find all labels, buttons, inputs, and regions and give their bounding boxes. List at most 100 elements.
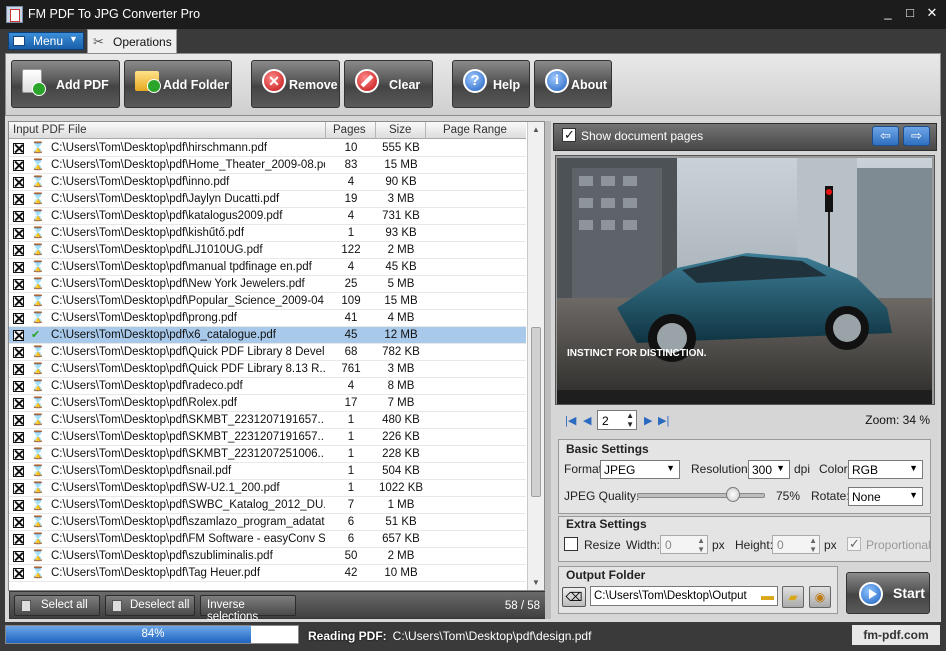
column-header-pages[interactable]: Pages [333,124,366,136]
proportional-checkbox[interactable] [847,536,861,552]
remove-row-checkbox-icon[interactable] [13,347,24,358]
remove-row-checkbox-icon[interactable] [13,466,24,477]
table-row[interactable]: ⌛ C:\Users\Tom\Desktop\pdf\Quick PDF Libr… [9,344,526,361]
width-spinner[interactable]: 0 ▲ ▼ [660,535,708,554]
table-row[interactable]: ⌛ C:\Users\Tom\Desktop\pdf\SW-U2.1_200.pd… [9,480,526,497]
table-row[interactable]: ⌛ C:\Users\Tom\Desktop\pdf\SKMBT_22312072… [9,446,526,463]
table-row[interactable]: ⌛ C:\Users\Tom\Desktop\pdf\FM Software - … [9,531,526,548]
close-button[interactable]: ✕ [925,6,939,20]
scroll-up-icon[interactable]: ▲ [532,125,540,134]
file-list-scrollbar[interactable]: ▲ ▼ [527,122,544,590]
table-row[interactable]: ⌛ C:\Users\Tom\Desktop\pdf\radeco.pdf 4 8 M… [9,378,526,395]
table-row[interactable]: ⌛ C:\Users\Tom\Desktop\pdf\szamlazo_progr… [9,514,526,531]
table-row[interactable]: ✔ C:\Users\Tom\Desktop\pdf\x6_catalogue.p… [9,327,526,344]
remove-button[interactable]: ✕ Remove [251,60,340,108]
remove-row-checkbox-icon[interactable] [13,551,24,562]
remove-row-checkbox-icon[interactable] [13,483,24,494]
height-spinner[interactable]: 0 ▲ ▼ [772,535,820,554]
column-header-size[interactable]: Size [389,124,411,136]
table-row[interactable]: ⌛ C:\Users\Tom\Desktop\pdf\manual tpdfina… [9,259,526,276]
page-number-spinner[interactable]: 2 ▲ ▼ [597,410,637,430]
remove-row-checkbox-icon[interactable] [13,415,24,426]
next-document-button[interactable]: ⇨ [903,126,930,146]
tab-operations[interactable]: ✂ Operations [87,29,177,53]
resize-checkbox[interactable] [564,537,578,551]
jpeg-quality-slider[interactable] [637,493,765,498]
clear-button[interactable]: Clear [344,60,433,108]
output-path-field[interactable]: C:\Users\Tom\Desktop\Output ▬ [590,586,778,606]
table-row[interactable]: ⌛ C:\Users\Tom\Desktop\pdf\Jaylyn Ducatti… [9,191,526,208]
clear-output-button[interactable]: ⌫ [562,587,586,607]
remove-row-checkbox-icon[interactable] [13,245,24,256]
brand-link[interactable]: fm-pdf.com [852,625,940,645]
color-select[interactable]: RGB ▼ [848,460,923,479]
minimize-button[interactable]: _ [881,6,895,20]
panel-splitter[interactable] [545,121,551,619]
spinner-arrows-icon[interactable]: ▲ ▼ [697,536,705,554]
table-row[interactable]: ⌛ C:\Users\Tom\Desktop\pdf\Popular_Scienc… [9,293,526,310]
table-row[interactable]: ⌛ C:\Users\Tom\Desktop\pdf\Rolex.pdf 17 7 M… [9,395,526,412]
start-button[interactable]: Start [846,572,930,614]
previous-page-icon[interactable]: ◀ [583,414,591,427]
remove-row-checkbox-icon[interactable] [13,449,24,460]
table-row[interactable]: ⌛ C:\Users\Tom\Desktop\pdf\inno.pdf 4 90 KB [9,174,526,191]
remove-row-checkbox-icon[interactable] [13,500,24,511]
table-row[interactable]: ⌛ C:\Users\Tom\Desktop\pdf\SWBC_Katalog_2… [9,497,526,514]
remove-row-checkbox-icon[interactable] [13,160,24,171]
last-page-icon[interactable]: ▶| [658,414,669,427]
resolution-select[interactable]: 300 ▼ [748,460,790,479]
help-button[interactable]: ? Help [452,60,530,108]
maximize-button[interactable]: □ [903,6,917,20]
open-folder-button[interactable]: ◉ [809,586,831,608]
remove-row-checkbox-icon[interactable] [13,296,24,307]
remove-row-checkbox-icon[interactable] [13,279,24,290]
format-select[interactable]: JPEG ▼ [600,460,680,479]
table-row[interactable]: ⌛ C:\Users\Tom\Desktop\pdf\SKMBT_22312071… [9,429,526,446]
remove-row-checkbox-icon[interactable] [13,330,24,341]
spinner-arrows-icon[interactable]: ▲ ▼ [809,536,817,554]
table-row[interactable]: ⌛ C:\Users\Tom\Desktop\pdf\snail.pdf 1 504 … [9,463,526,480]
spinner-arrows-icon[interactable]: ▲ ▼ [626,411,634,429]
folder-icon[interactable]: ▬ [761,588,774,603]
next-page-icon[interactable]: ▶ [644,414,652,427]
add-folder-button[interactable]: Add Folder [124,60,232,108]
menu-button[interactable]: Menu ▼ [8,32,84,50]
table-row[interactable]: ⌛ C:\Users\Tom\Desktop\pdf\szubliminalis.… [9,548,526,565]
remove-row-checkbox-icon[interactable] [13,517,24,528]
remove-row-checkbox-icon[interactable] [13,313,24,324]
table-row[interactable]: ⌛ C:\Users\Tom\Desktop\pdf\Quick PDF Libr… [9,361,526,378]
select-all-button[interactable]: Select all [14,595,100,616]
new-folder-button[interactable]: ▰ [782,586,804,608]
table-row[interactable]: ⌛ C:\Users\Tom\Desktop\pdf\New York Jewel… [9,276,526,293]
remove-row-checkbox-icon[interactable] [13,568,24,579]
remove-row-checkbox-icon[interactable] [13,143,24,154]
table-row[interactable]: ⌛ C:\Users\Tom\Desktop\pdf\Home_Theater_2… [9,157,526,174]
deselect-all-button[interactable]: Deselect all [105,595,195,616]
remove-row-checkbox-icon[interactable] [13,262,24,273]
remove-row-checkbox-icon[interactable] [13,211,24,222]
scroll-down-icon[interactable]: ▼ [532,578,540,587]
table-row[interactable]: ⌛ C:\Users\Tom\Desktop\pdf\hirschmann.pdf… [9,140,526,157]
table-row[interactable]: ⌛ C:\Users\Tom\Desktop\pdf\SKMBT_22312071… [9,412,526,429]
remove-row-checkbox-icon[interactable] [13,432,24,443]
table-row[interactable]: ⌛ C:\Users\Tom\Desktop\pdf\katalogus2009.… [9,208,526,225]
inverse-selections-button[interactable]: Inverse selections [200,595,296,623]
remove-row-checkbox-icon[interactable] [13,381,24,392]
remove-row-checkbox-icon[interactable] [13,228,24,239]
jpeg-quality-slider-handle[interactable] [726,487,740,502]
column-header-file[interactable]: Input PDF File [13,124,87,136]
show-pages-checkbox[interactable] [562,127,576,143]
rotate-select[interactable]: None ▼ [848,487,923,506]
remove-row-checkbox-icon[interactable] [13,177,24,188]
remove-row-checkbox-icon[interactable] [13,534,24,545]
table-row[interactable]: ⌛ C:\Users\Tom\Desktop\pdf\Tag Heuer.pdf 4… [9,565,526,582]
first-page-icon[interactable]: |◀ [565,414,576,427]
scroll-thumb[interactable] [531,327,541,497]
remove-row-checkbox-icon[interactable] [13,194,24,205]
column-header-page-range[interactable]: Page Range [443,124,507,136]
about-button[interactable]: i About [534,60,612,108]
previous-document-button[interactable]: ⇦ [872,126,899,146]
remove-row-checkbox-icon[interactable] [13,398,24,409]
table-row[interactable]: ⌛ C:\Users\Tom\Desktop\pdf\LJ1010UG.pdf 12… [9,242,526,259]
add-pdf-button[interactable]: Add PDF [11,60,120,108]
